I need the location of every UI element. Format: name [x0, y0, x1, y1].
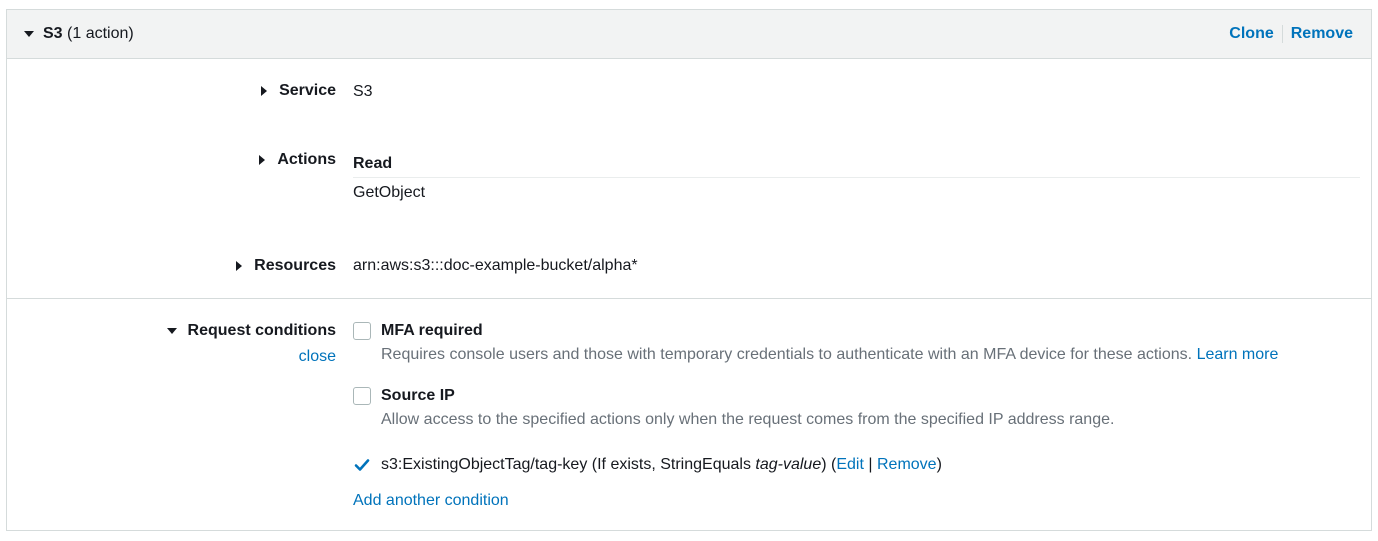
tag-condition-line: s3:ExistingObjectTag/tag-key (If exists,… [381, 456, 942, 474]
learn-more-link[interactable]: Learn more [1197, 346, 1279, 363]
edit-condition-link[interactable]: Edit [836, 456, 864, 473]
clone-button[interactable]: Clone [1229, 25, 1273, 43]
source-ip-description: Allow access to the specified actions on… [381, 411, 1115, 428]
condition-value: tag-value [755, 456, 822, 473]
actions-label: Actions [277, 151, 336, 168]
actions-toggle[interactable]: Actions [259, 151, 336, 169]
service-name: S3 [43, 25, 63, 42]
tag-condition-checkbox[interactable] [353, 456, 371, 474]
caret-down-icon[interactable] [24, 31, 34, 37]
service-label: Service [279, 82, 336, 99]
action-item: GetObject [353, 184, 426, 201]
resources-label: Resources [254, 257, 336, 274]
request-conditions-label: Request conditions [187, 322, 336, 339]
panel-header[interactable]: S3 (1 action) Clone Remove [7, 10, 1371, 59]
service-toggle[interactable]: Service [261, 82, 336, 100]
mfa-required-checkbox[interactable] [353, 322, 371, 340]
section-divider [7, 298, 1371, 299]
caret-right-icon [259, 155, 266, 165]
link-separator: | [868, 456, 873, 473]
caret-right-icon [236, 261, 243, 271]
action-count: (1 action) [67, 25, 134, 42]
caret-down-icon [166, 328, 177, 334]
actions-divider [353, 177, 1360, 178]
mfa-description-text: Requires console users and those with te… [381, 346, 1193, 363]
close-link[interactable]: close [299, 348, 336, 366]
end-paren: ) [936, 456, 942, 473]
mfa-description: Requires console users and those with te… [381, 346, 1278, 364]
policy-statement-panel: S3 (1 action) Clone Remove Service S3 Ac… [6, 9, 1372, 531]
condition-key: s3:ExistingObjectTag/tag-key [381, 456, 588, 473]
source-ip-label[interactable]: Source IP [381, 387, 455, 405]
caret-right-icon [261, 86, 268, 96]
request-conditions-toggle[interactable]: Request conditions [166, 322, 336, 340]
close-paren: ) [821, 456, 827, 473]
source-ip-checkbox[interactable] [353, 387, 371, 405]
actions-group-read: Read [353, 155, 393, 172]
service-value: S3 [353, 83, 373, 100]
resources-toggle[interactable]: Resources [236, 257, 336, 275]
checkmark-icon [354, 459, 370, 471]
add-another-condition-link[interactable]: Add another condition [353, 492, 509, 510]
header-actions: Clone Remove [1229, 25, 1353, 43]
condition-operator: (If exists, StringEquals [591, 456, 751, 473]
header-divider [1281, 25, 1283, 43]
resources-value: arn:aws:s3:::doc-example-bucket/alpha* [353, 257, 638, 274]
remove-condition-link[interactable]: Remove [877, 456, 937, 473]
remove-button[interactable]: Remove [1291, 25, 1353, 43]
mfa-required-label[interactable]: MFA required [381, 322, 483, 340]
panel-title: S3 (1 action) [43, 25, 134, 43]
